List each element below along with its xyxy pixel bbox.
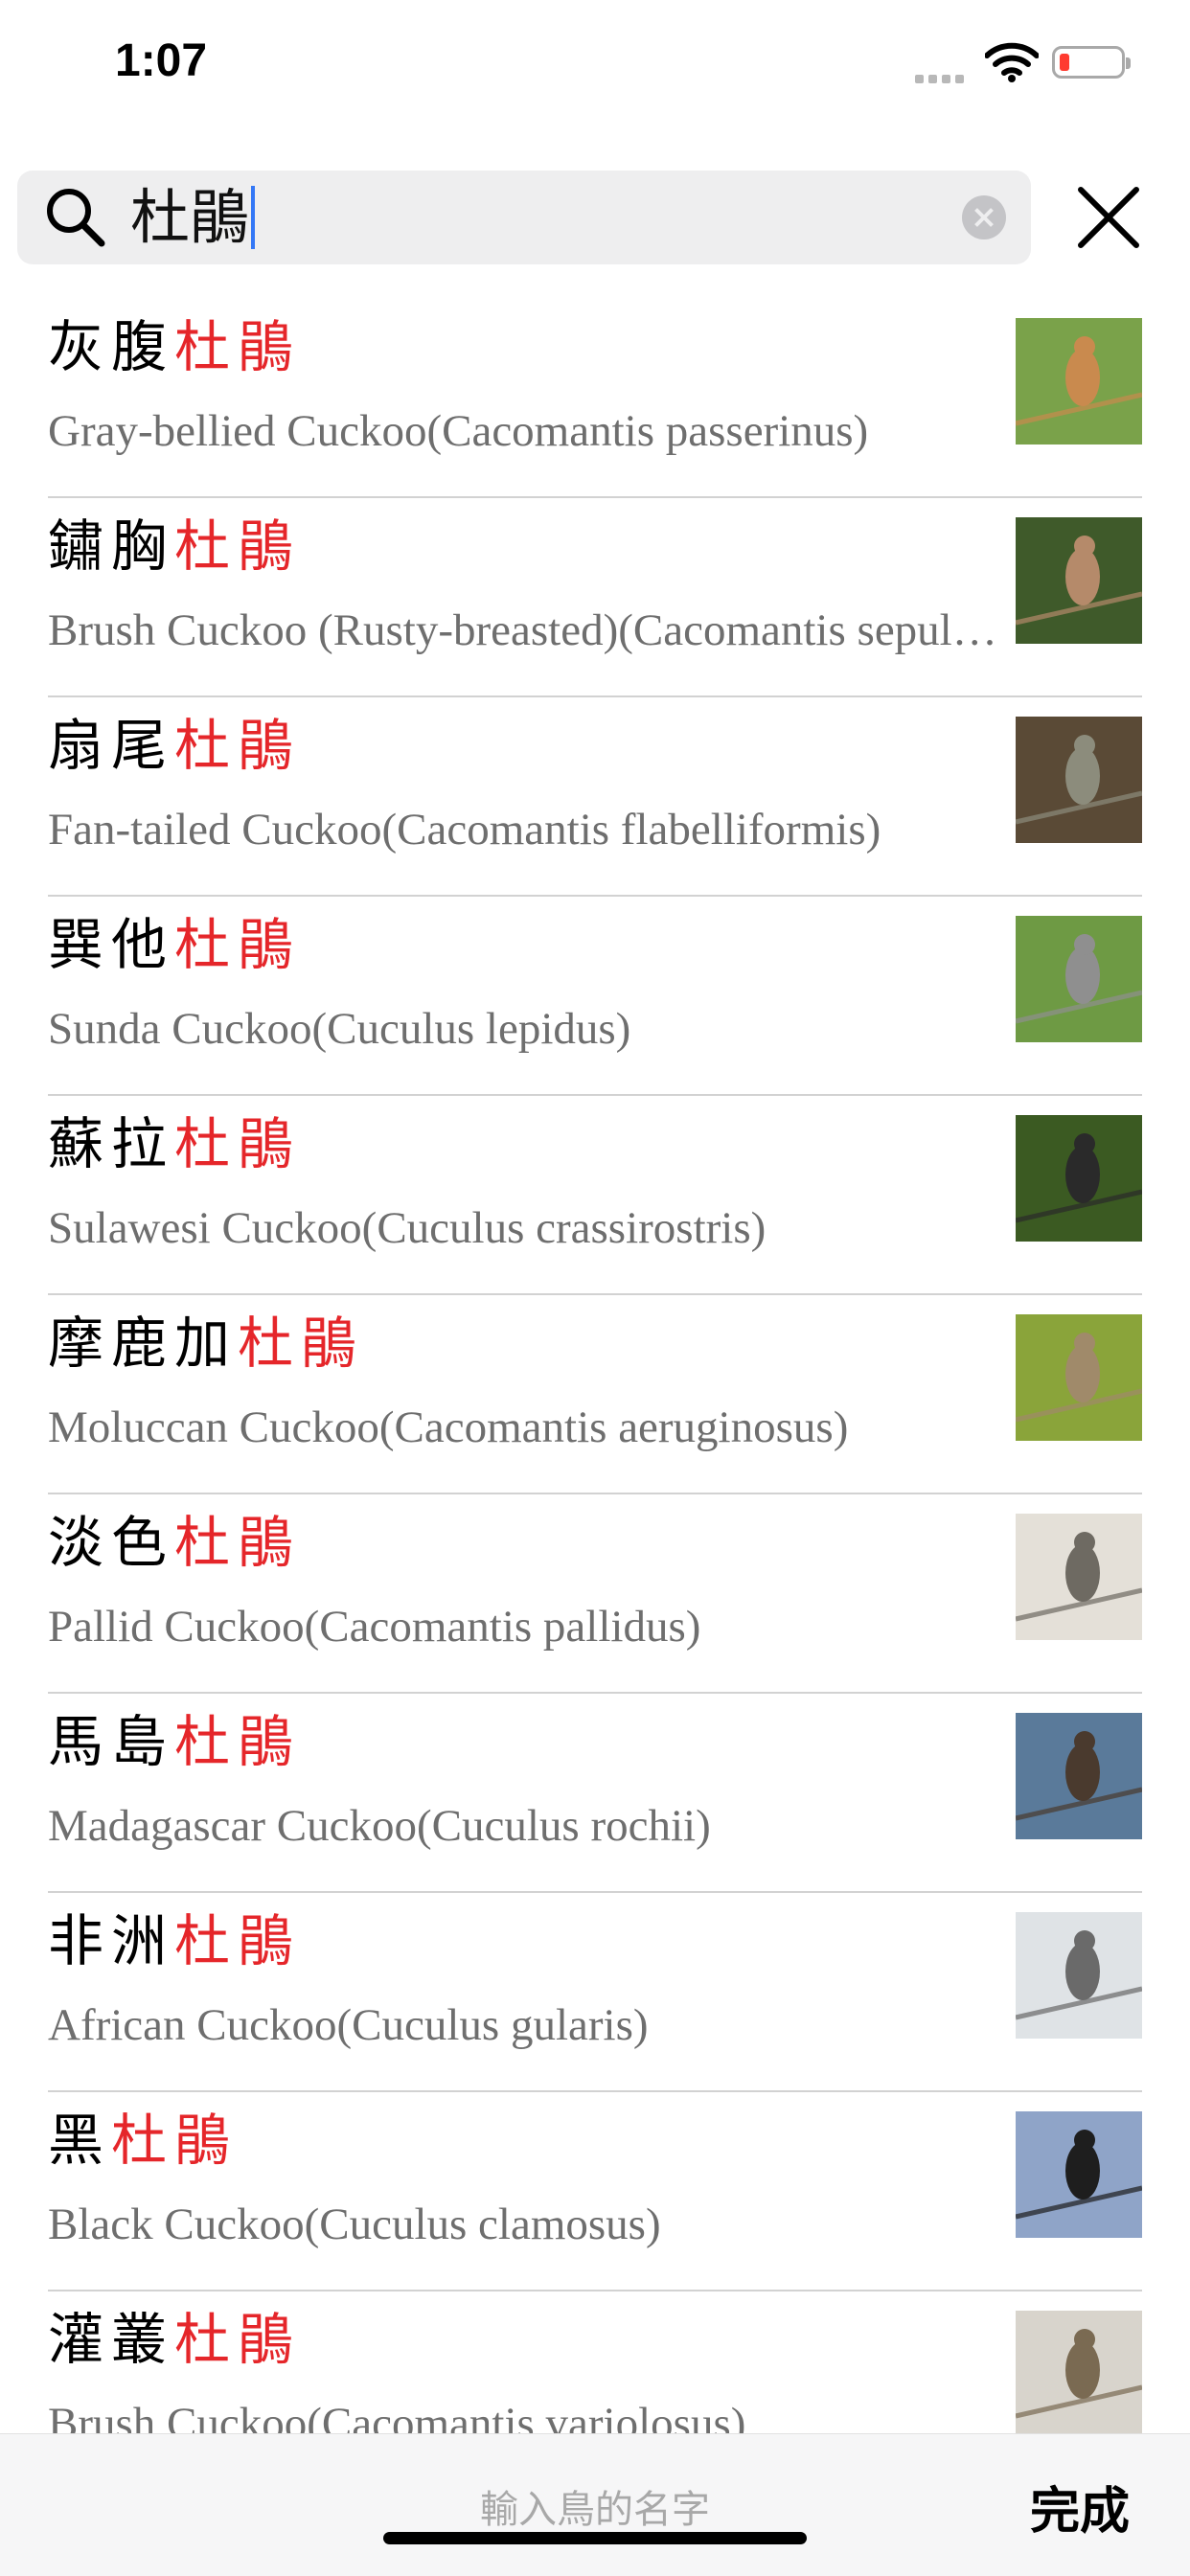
wifi-icon (985, 42, 1039, 82)
clear-icon[interactable] (962, 195, 1006, 239)
bird-chinese-name: 巽他杜鵑 (48, 906, 301, 983)
status-time: 1:07 (115, 35, 208, 86)
name-prefix: 淡色 (48, 1510, 175, 1575)
bird-chinese-name: 灰腹杜鵑 (48, 308, 301, 385)
name-prefix: 摩鹿加 (48, 1311, 239, 1376)
bird-english-name: Fan-tailed Cuckoo(Cacomantis flabellifor… (48, 805, 881, 855)
bird-english-name: Moluccan Cuckoo(Cacomantis aeruginosus) (48, 1402, 849, 1452)
status-bar: 1:07 (0, 0, 1190, 134)
bird-chinese-name: 非洲杜鵑 (48, 1903, 301, 1979)
list-item[interactable]: 摩鹿加杜鵑 Moluccan Cuckoo(Cacomantis aerugino… (0, 1295, 1190, 1494)
results-list: 灰腹杜鵑 Gray-bellied Cuckoo(Cacomantis passe… (0, 299, 1190, 2491)
bird-english-name: Brush Cuckoo (Rusty-breasted)(Cacomantis… (48, 605, 1001, 655)
bird-photo-thumbnail (1016, 1314, 1142, 1441)
list-item[interactable]: 非洲杜鵑 African Cuckoo(Cuculus gularis) (0, 1893, 1190, 2092)
name-match-highlight: 杜鵑 (174, 2307, 302, 2372)
bird-photo-thumbnail (1016, 916, 1142, 1042)
name-match-highlight: 杜鵑 (174, 513, 302, 579)
text-cursor (251, 186, 256, 249)
bird-name-placeholder[interactable]: 輸入鳥的名字 (0, 2478, 1190, 2534)
search-icon (47, 189, 105, 247)
bird-chinese-name: 鏽胸杜鵑 (48, 508, 301, 584)
name-match-highlight: 杜鵑 (174, 1510, 302, 1575)
name-match-highlight: 杜鵑 (174, 1111, 302, 1176)
bird-chinese-name: 馬島杜鵑 (48, 1703, 301, 1780)
search-field[interactable]: 杜鵑 (17, 171, 1031, 264)
bird-photo-thumbnail (1016, 2111, 1142, 2238)
close-icon[interactable] (1075, 184, 1142, 251)
name-prefix: 灌叢 (48, 2307, 175, 2372)
bird-english-name: Gray-bellied Cuckoo(Cacomantis passerinu… (48, 406, 869, 456)
bird-english-name: Pallid Cuckoo(Cacomantis pallidus) (48, 1602, 701, 1652)
cellular-signal-icon (915, 69, 969, 87)
bird-chinese-name: 灌叢杜鵑 (48, 2301, 301, 2378)
list-item[interactable]: 扇尾杜鵑 Fan-tailed Cuckoo(Cacomantis flabell… (0, 697, 1190, 897)
bird-english-name: Sunda Cuckoo(Cuculus lepidus) (48, 1004, 631, 1054)
bird-photo-thumbnail (1016, 1713, 1142, 1839)
name-match-highlight: 杜鵑 (174, 713, 302, 778)
search-query: 杜鵑 (130, 182, 250, 252)
name-match-highlight: 杜鵑 (111, 2108, 239, 2173)
name-prefix: 非洲 (48, 1908, 175, 1973)
list-item[interactable]: 巽他杜鵑 Sunda Cuckoo(Cuculus lepidus) (0, 897, 1190, 1096)
list-item[interactable]: 淡色杜鵑 Pallid Cuckoo(Cacomantis pallidus) (0, 1494, 1190, 1694)
bird-photo-thumbnail (1016, 717, 1142, 843)
battery-level (1060, 54, 1069, 71)
bird-english-name: African Cuckoo(Cuculus gularis) (48, 2000, 649, 2050)
bird-chinese-name: 摩鹿加杜鵑 (48, 1305, 364, 1381)
keyboard-accessory-bar: 輸入鳥的名字 完成 (0, 2433, 1190, 2576)
done-button[interactable]: 完成 (1030, 2471, 1130, 2542)
bird-photo-thumbnail (1016, 517, 1142, 644)
bird-photo-thumbnail (1016, 1115, 1142, 1242)
battery-icon (1052, 46, 1131, 79)
bird-photo-thumbnail (1016, 318, 1142, 445)
bird-chinese-name: 扇尾杜鵑 (48, 707, 301, 784)
search-input[interactable]: 杜鵑 (130, 182, 256, 253)
name-prefix: 馬島 (48, 1709, 175, 1774)
bird-photo-thumbnail (1016, 1514, 1142, 1640)
name-prefix: 黑 (48, 2108, 112, 2173)
name-match-highlight: 杜鵑 (174, 912, 302, 977)
bird-english-name: Black Cuckoo(Cuculus clamosus) (48, 2200, 661, 2249)
bird-english-name: Madagascar Cuckoo(Cuculus rochii) (48, 1801, 711, 1851)
name-match-highlight: 杜鵑 (174, 314, 302, 379)
list-item[interactable]: 馬島杜鵑 Madagascar Cuckoo(Cuculus rochii) (0, 1694, 1190, 1893)
list-item[interactable]: 黑杜鵑 Black Cuckoo(Cuculus clamosus) (0, 2092, 1190, 2291)
list-item[interactable]: 鏽胸杜鵑 Brush Cuckoo (Rusty-breasted)(Cacoma… (0, 498, 1190, 697)
name-prefix: 扇尾 (48, 713, 175, 778)
name-match-highlight: 杜鵑 (238, 1311, 365, 1376)
bird-english-name: Sulawesi Cuckoo(Cuculus crassirostris) (48, 1203, 767, 1253)
name-prefix: 鏽胸 (48, 513, 175, 579)
bird-photo-thumbnail (1016, 1912, 1142, 2039)
bird-photo-thumbnail (1016, 2311, 1142, 2437)
name-prefix: 巽他 (48, 912, 175, 977)
name-match-highlight: 杜鵑 (174, 1908, 302, 1973)
name-prefix: 蘇拉 (48, 1111, 175, 1176)
name-prefix: 灰腹 (48, 314, 175, 379)
name-match-highlight: 杜鵑 (174, 1709, 302, 1774)
bird-chinese-name: 蘇拉杜鵑 (48, 1106, 301, 1182)
home-indicator (383, 2532, 807, 2544)
bird-chinese-name: 淡色杜鵑 (48, 1504, 301, 1581)
list-item[interactable]: 灰腹杜鵑 Gray-bellied Cuckoo(Cacomantis passe… (0, 299, 1190, 498)
list-item[interactable]: 蘇拉杜鵑 Sulawesi Cuckoo(Cuculus crassirostri… (0, 1096, 1190, 1295)
bird-chinese-name: 黑杜鵑 (48, 2102, 238, 2178)
